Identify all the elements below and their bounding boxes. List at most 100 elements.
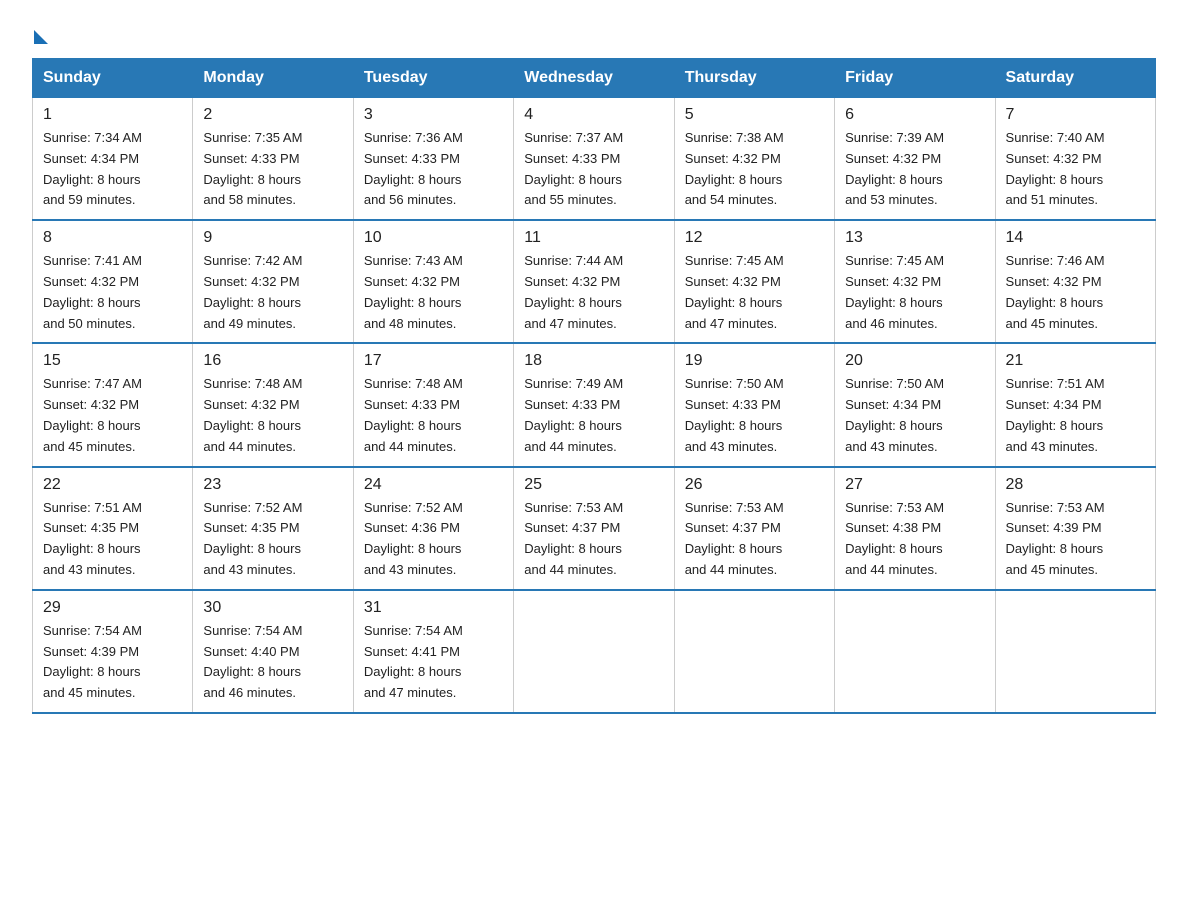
day-cell: 20 Sunrise: 7:50 AMSunset: 4:34 PMDaylig…	[835, 343, 995, 466]
day-info: Sunrise: 7:41 AMSunset: 4:32 PMDaylight:…	[43, 251, 182, 334]
day-number: 8	[43, 229, 182, 247]
day-info: Sunrise: 7:38 AMSunset: 4:32 PMDaylight:…	[685, 128, 824, 211]
day-cell	[674, 590, 834, 713]
day-number: 3	[364, 106, 503, 124]
week-row-2: 8 Sunrise: 7:41 AMSunset: 4:32 PMDayligh…	[33, 220, 1156, 343]
day-number: 27	[845, 476, 984, 494]
day-info: Sunrise: 7:40 AMSunset: 4:32 PMDaylight:…	[1006, 128, 1145, 211]
day-cell: 7 Sunrise: 7:40 AMSunset: 4:32 PMDayligh…	[995, 98, 1155, 221]
day-info: Sunrise: 7:52 AMSunset: 4:36 PMDaylight:…	[364, 498, 503, 581]
day-number: 7	[1006, 106, 1145, 124]
day-cell: 12 Sunrise: 7:45 AMSunset: 4:32 PMDaylig…	[674, 220, 834, 343]
header-row: SundayMondayTuesdayWednesdayThursdayFrid…	[33, 59, 1156, 98]
day-cell	[995, 590, 1155, 713]
day-info: Sunrise: 7:52 AMSunset: 4:35 PMDaylight:…	[203, 498, 342, 581]
week-row-4: 22 Sunrise: 7:51 AMSunset: 4:35 PMDaylig…	[33, 467, 1156, 590]
day-number: 18	[524, 352, 663, 370]
day-number: 22	[43, 476, 182, 494]
day-info: Sunrise: 7:53 AMSunset: 4:38 PMDaylight:…	[845, 498, 984, 581]
day-info: Sunrise: 7:53 AMSunset: 4:39 PMDaylight:…	[1006, 498, 1145, 581]
calendar-table: SundayMondayTuesdayWednesdayThursdayFrid…	[32, 58, 1156, 714]
day-number: 5	[685, 106, 824, 124]
day-cell: 21 Sunrise: 7:51 AMSunset: 4:34 PMDaylig…	[995, 343, 1155, 466]
header-cell-tuesday: Tuesday	[353, 59, 513, 98]
day-info: Sunrise: 7:48 AMSunset: 4:33 PMDaylight:…	[364, 374, 503, 457]
day-number: 1	[43, 106, 182, 124]
day-info: Sunrise: 7:49 AMSunset: 4:33 PMDaylight:…	[524, 374, 663, 457]
day-cell: 31 Sunrise: 7:54 AMSunset: 4:41 PMDaylig…	[353, 590, 513, 713]
day-info: Sunrise: 7:47 AMSunset: 4:32 PMDaylight:…	[43, 374, 182, 457]
day-cell: 9 Sunrise: 7:42 AMSunset: 4:32 PMDayligh…	[193, 220, 353, 343]
day-info: Sunrise: 7:53 AMSunset: 4:37 PMDaylight:…	[524, 498, 663, 581]
day-cell: 4 Sunrise: 7:37 AMSunset: 4:33 PMDayligh…	[514, 98, 674, 221]
day-cell: 16 Sunrise: 7:48 AMSunset: 4:32 PMDaylig…	[193, 343, 353, 466]
day-cell: 6 Sunrise: 7:39 AMSunset: 4:32 PMDayligh…	[835, 98, 995, 221]
day-info: Sunrise: 7:51 AMSunset: 4:34 PMDaylight:…	[1006, 374, 1145, 457]
header-cell-monday: Monday	[193, 59, 353, 98]
day-cell: 23 Sunrise: 7:52 AMSunset: 4:35 PMDaylig…	[193, 467, 353, 590]
header-cell-saturday: Saturday	[995, 59, 1155, 98]
day-cell	[835, 590, 995, 713]
day-number: 21	[1006, 352, 1145, 370]
day-number: 25	[524, 476, 663, 494]
logo	[32, 24, 48, 40]
day-number: 11	[524, 229, 663, 247]
day-number: 2	[203, 106, 342, 124]
day-number: 16	[203, 352, 342, 370]
day-number: 4	[524, 106, 663, 124]
day-info: Sunrise: 7:50 AMSunset: 4:33 PMDaylight:…	[685, 374, 824, 457]
day-cell: 3 Sunrise: 7:36 AMSunset: 4:33 PMDayligh…	[353, 98, 513, 221]
day-number: 9	[203, 229, 342, 247]
day-info: Sunrise: 7:54 AMSunset: 4:41 PMDaylight:…	[364, 621, 503, 704]
day-cell: 14 Sunrise: 7:46 AMSunset: 4:32 PMDaylig…	[995, 220, 1155, 343]
day-info: Sunrise: 7:43 AMSunset: 4:32 PMDaylight:…	[364, 251, 503, 334]
week-row-3: 15 Sunrise: 7:47 AMSunset: 4:32 PMDaylig…	[33, 343, 1156, 466]
day-info: Sunrise: 7:45 AMSunset: 4:32 PMDaylight:…	[845, 251, 984, 334]
day-cell: 26 Sunrise: 7:53 AMSunset: 4:37 PMDaylig…	[674, 467, 834, 590]
day-cell: 28 Sunrise: 7:53 AMSunset: 4:39 PMDaylig…	[995, 467, 1155, 590]
day-info: Sunrise: 7:46 AMSunset: 4:32 PMDaylight:…	[1006, 251, 1145, 334]
day-cell: 17 Sunrise: 7:48 AMSunset: 4:33 PMDaylig…	[353, 343, 513, 466]
day-cell: 29 Sunrise: 7:54 AMSunset: 4:39 PMDaylig…	[33, 590, 193, 713]
day-number: 19	[685, 352, 824, 370]
day-number: 24	[364, 476, 503, 494]
day-info: Sunrise: 7:35 AMSunset: 4:33 PMDaylight:…	[203, 128, 342, 211]
day-cell: 11 Sunrise: 7:44 AMSunset: 4:32 PMDaylig…	[514, 220, 674, 343]
day-number: 20	[845, 352, 984, 370]
day-cell: 18 Sunrise: 7:49 AMSunset: 4:33 PMDaylig…	[514, 343, 674, 466]
day-cell: 8 Sunrise: 7:41 AMSunset: 4:32 PMDayligh…	[33, 220, 193, 343]
header-cell-friday: Friday	[835, 59, 995, 98]
week-row-1: 1 Sunrise: 7:34 AMSunset: 4:34 PMDayligh…	[33, 98, 1156, 221]
header-cell-sunday: Sunday	[33, 59, 193, 98]
day-info: Sunrise: 7:44 AMSunset: 4:32 PMDaylight:…	[524, 251, 663, 334]
day-info: Sunrise: 7:45 AMSunset: 4:32 PMDaylight:…	[685, 251, 824, 334]
day-info: Sunrise: 7:54 AMSunset: 4:39 PMDaylight:…	[43, 621, 182, 704]
day-number: 15	[43, 352, 182, 370]
day-info: Sunrise: 7:36 AMSunset: 4:33 PMDaylight:…	[364, 128, 503, 211]
day-info: Sunrise: 7:34 AMSunset: 4:34 PMDaylight:…	[43, 128, 182, 211]
day-cell: 2 Sunrise: 7:35 AMSunset: 4:33 PMDayligh…	[193, 98, 353, 221]
day-cell: 22 Sunrise: 7:51 AMSunset: 4:35 PMDaylig…	[33, 467, 193, 590]
header-cell-wednesday: Wednesday	[514, 59, 674, 98]
day-info: Sunrise: 7:42 AMSunset: 4:32 PMDaylight:…	[203, 251, 342, 334]
day-cell: 27 Sunrise: 7:53 AMSunset: 4:38 PMDaylig…	[835, 467, 995, 590]
header-cell-thursday: Thursday	[674, 59, 834, 98]
day-number: 23	[203, 476, 342, 494]
day-number: 14	[1006, 229, 1145, 247]
day-cell: 25 Sunrise: 7:53 AMSunset: 4:37 PMDaylig…	[514, 467, 674, 590]
day-cell: 10 Sunrise: 7:43 AMSunset: 4:32 PMDaylig…	[353, 220, 513, 343]
day-cell: 19 Sunrise: 7:50 AMSunset: 4:33 PMDaylig…	[674, 343, 834, 466]
day-info: Sunrise: 7:54 AMSunset: 4:40 PMDaylight:…	[203, 621, 342, 704]
day-info: Sunrise: 7:51 AMSunset: 4:35 PMDaylight:…	[43, 498, 182, 581]
day-number: 29	[43, 599, 182, 617]
day-cell: 24 Sunrise: 7:52 AMSunset: 4:36 PMDaylig…	[353, 467, 513, 590]
day-number: 10	[364, 229, 503, 247]
day-number: 28	[1006, 476, 1145, 494]
day-number: 17	[364, 352, 503, 370]
page-header	[32, 24, 1156, 40]
day-cell: 30 Sunrise: 7:54 AMSunset: 4:40 PMDaylig…	[193, 590, 353, 713]
day-number: 31	[364, 599, 503, 617]
day-cell: 5 Sunrise: 7:38 AMSunset: 4:32 PMDayligh…	[674, 98, 834, 221]
day-number: 12	[685, 229, 824, 247]
day-cell	[514, 590, 674, 713]
